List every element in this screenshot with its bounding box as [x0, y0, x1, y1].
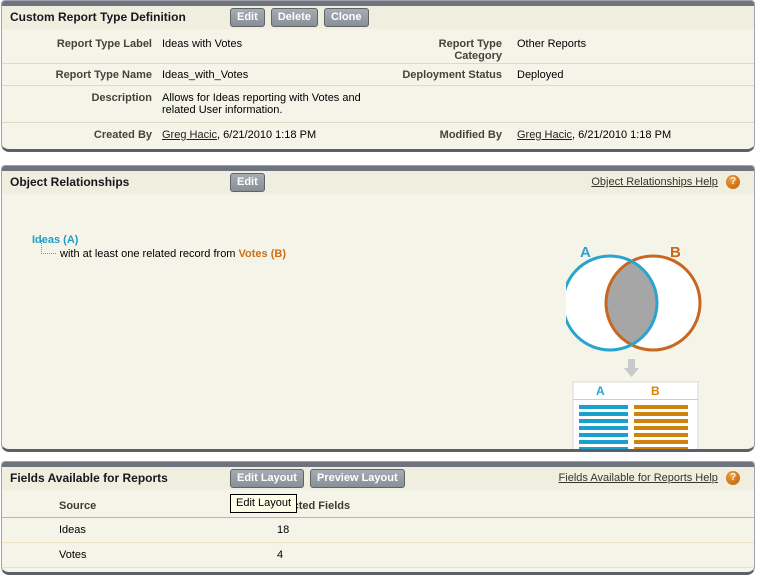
field-label: Description	[2, 92, 152, 104]
relationships-help-link[interactable]: Object Relationships Help	[591, 176, 718, 188]
relationships-button-row: Edit	[230, 173, 268, 192]
fields-header: Fields Available for Reports Edit Layout…	[2, 467, 754, 490]
result-table-graphic: A B	[573, 382, 698, 452]
delete-button[interactable]: Delete	[271, 8, 318, 27]
column-header-source: Source	[59, 500, 96, 512]
field-label: Report Type Category	[402, 38, 502, 62]
relation-row: with at least one related record from Vo…	[60, 248, 286, 260]
count-cell: 18	[277, 524, 289, 536]
field-label: Report Type Name	[2, 69, 152, 81]
relationships-header: Object Relationships Edit Object Relatio…	[2, 171, 754, 194]
source-cell: Ideas	[59, 524, 86, 536]
edit-layout-tooltip: Edit Layout	[230, 494, 297, 513]
relationships-title: Object Relationships	[10, 175, 129, 189]
edit-button[interactable]: Edit	[230, 8, 265, 27]
field-value: Other Reports	[517, 38, 747, 50]
fields-title: Fields Available for Reports	[10, 471, 168, 485]
venn-svg: A B A B	[566, 229, 746, 452]
definition-button-row: Edit Delete Clone	[230, 8, 372, 27]
relationships-help: Object Relationships Help ?	[591, 175, 740, 189]
fields-table: Source Selected Fields Ideas 18 Votes 4	[2, 490, 754, 568]
field-value: Ideas with Votes	[162, 38, 387, 50]
edit-layout-button[interactable]: Edit Layout	[230, 469, 304, 488]
created-by-date: , 6/21/2010 1:18 PM	[217, 129, 316, 141]
definition-title: Custom Report Type Definition	[10, 10, 186, 24]
panel-object-relationships: Object Relationships Edit Object Relatio…	[1, 165, 755, 452]
edit-relationships-button[interactable]: Edit	[230, 173, 265, 192]
field-value: Ideas_with_Votes	[162, 69, 387, 81]
field-value: Greg Hacic, 6/21/2010 1:18 PM	[162, 129, 387, 141]
venn-diagram: A B A B	[566, 229, 746, 452]
preview-layout-button[interactable]: Preview Layout	[310, 469, 405, 488]
field-label: Created By	[2, 129, 152, 141]
table-row: Ideas 18	[2, 518, 754, 543]
fields-help-link[interactable]: Fields Available for Reports Help	[559, 472, 718, 484]
detail-row: Report Type Label Ideas with Votes Repor…	[2, 29, 754, 63]
panel-report-type-definition: Custom Report Type Definition Edit Delet…	[1, 0, 755, 152]
field-value: Deployed	[517, 69, 747, 81]
relationships-body: Ideas (A) with at least one related reco…	[2, 194, 754, 452]
venn-label-a: A	[580, 244, 591, 261]
detail-row: Created By Greg Hacic, 6/21/2010 1:18 PM…	[2, 122, 754, 148]
modified-by-user-link[interactable]: Greg Hacic	[517, 129, 572, 141]
help-icon[interactable]: ?	[726, 471, 740, 485]
tree-connector	[41, 240, 56, 254]
table-row: Votes 4	[2, 543, 754, 568]
table-header-b: B	[651, 384, 660, 398]
related-object-label: Votes (B)	[239, 248, 286, 260]
field-label: Deployment Status	[362, 69, 502, 81]
down-arrow-icon	[624, 359, 639, 377]
detail-row: Description Allows for Ideas reporting w…	[2, 85, 754, 122]
field-label: Modified By	[362, 129, 502, 141]
field-label: Report Type Label	[2, 38, 152, 50]
fields-table-header: Source Selected Fields	[2, 490, 754, 518]
definition-header: Custom Report Type Definition Edit Delet…	[2, 6, 754, 29]
fields-help: Fields Available for Reports Help ?	[559, 471, 740, 485]
fields-button-row: Edit Layout Preview Layout	[230, 469, 408, 488]
panel-fields-available: Fields Available for Reports Edit Layout…	[1, 461, 755, 575]
clone-button[interactable]: Clone	[324, 8, 369, 27]
field-value: Greg Hacic, 6/21/2010 1:18 PM	[517, 129, 747, 141]
source-cell: Votes	[59, 549, 87, 561]
table-header-a: A	[596, 384, 605, 398]
detail-row: Report Type Name Ideas_with_Votes Deploy…	[2, 63, 754, 85]
definition-body: Report Type Label Ideas with Votes Repor…	[2, 29, 754, 148]
field-value: Allows for Ideas reporting with Votes an…	[162, 92, 382, 116]
created-by-user-link[interactable]: Greg Hacic	[162, 129, 217, 141]
count-cell: 4	[277, 549, 283, 561]
relation-text: with at least one related record from	[60, 248, 239, 260]
modified-by-date: , 6/21/2010 1:18 PM	[572, 129, 671, 141]
help-icon[interactable]: ?	[726, 175, 740, 189]
